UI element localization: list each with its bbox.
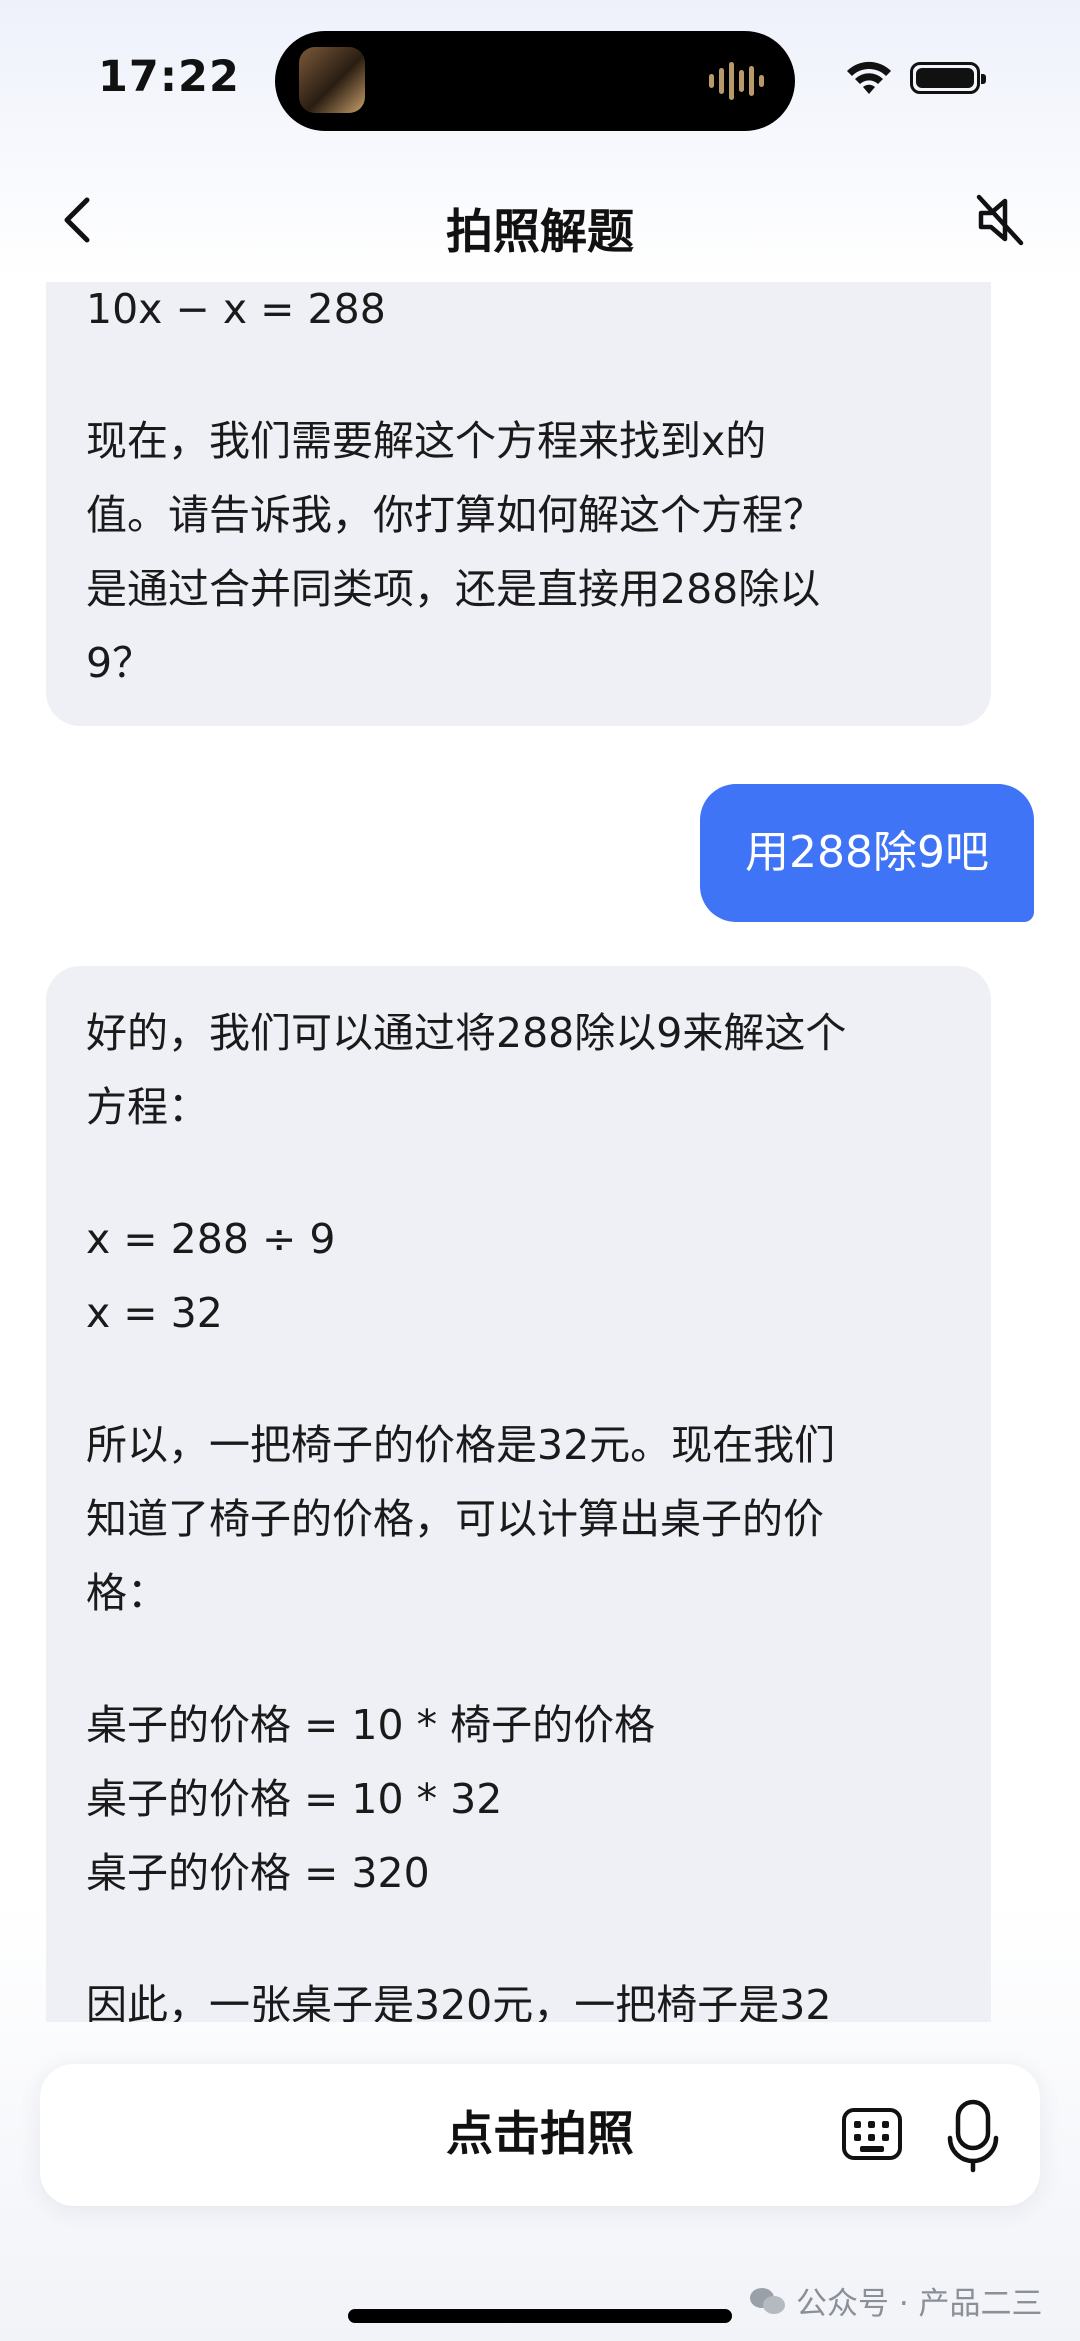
message-line: 所以，一把椅子的价格是32元。现在我们 [86,1421,836,1469]
wechat-icon [750,2286,788,2316]
message-line: x = 288 ÷ 9 [86,1215,336,1263]
user-message-bubble: 用288除9吧 [700,784,1034,922]
home-indicator[interactable] [348,2309,732,2323]
message-line: 桌子的价格 = 10 * 32 [86,1775,503,1823]
watermark: 公众号 · 产品二三 [750,2278,1043,2323]
dynamic-island[interactable] [275,31,795,131]
watermark-text: 公众号 · 产品二三 [796,2286,1043,2322]
wifi-icon [847,61,891,94]
message-line: 现在，我们需要解这个方程来找到x的 [86,417,767,465]
message-line: 9？ [86,639,154,687]
mute-icon[interactable] [975,193,1027,247]
status-time: 17:22 [98,52,240,102]
message-line: 值。请告诉我，你打算如何解这个方程？ [86,491,824,539]
ai-message-bubble: 10x − x = 288 现在，我们需要解这个方程来找到x的 值。请告诉我，你… [46,282,991,726]
message-line: 是通过合并同类项，还是直接用288除以 [86,565,821,613]
message-line: 方程： [86,1083,209,1131]
message-line: 知道了椅子的价格，可以计算出桌子的价 [86,1495,824,1543]
message-line: 桌子的价格 = 10 * 椅子的价格 [86,1701,656,1749]
message-line: 10x − x = 288 [86,285,386,333]
message-line: x = 32 [86,1289,223,1337]
bottom-input-bar: 点击拍照 [40,2064,1040,2206]
ai-message-bubble: 好的，我们可以通过将288除以9来解这个 方程： x = 288 ÷ 9 x =… [46,966,991,2022]
now-playing-thumbnail [299,47,365,113]
message-line: 因此，一张桌子是320元，一把椅子是32 [86,1981,832,2022]
page-title: 拍照解题 [446,205,634,260]
message-line: 好的，我们可以通过将288除以9来解这个 [86,1009,847,1057]
message-line: 桌子的价格 = 320 [86,1849,430,1897]
keyboard-icon[interactable] [842,2108,902,2160]
chat-area[interactable]: 10x − x = 288 现在，我们需要解这个方程来找到x的 值。请告诉我，你… [0,282,1080,2022]
battery-icon [910,62,986,94]
message-line: 格： [86,1569,168,1617]
mic-icon[interactable] [945,2098,1001,2174]
audio-wave-icon [709,61,769,101]
